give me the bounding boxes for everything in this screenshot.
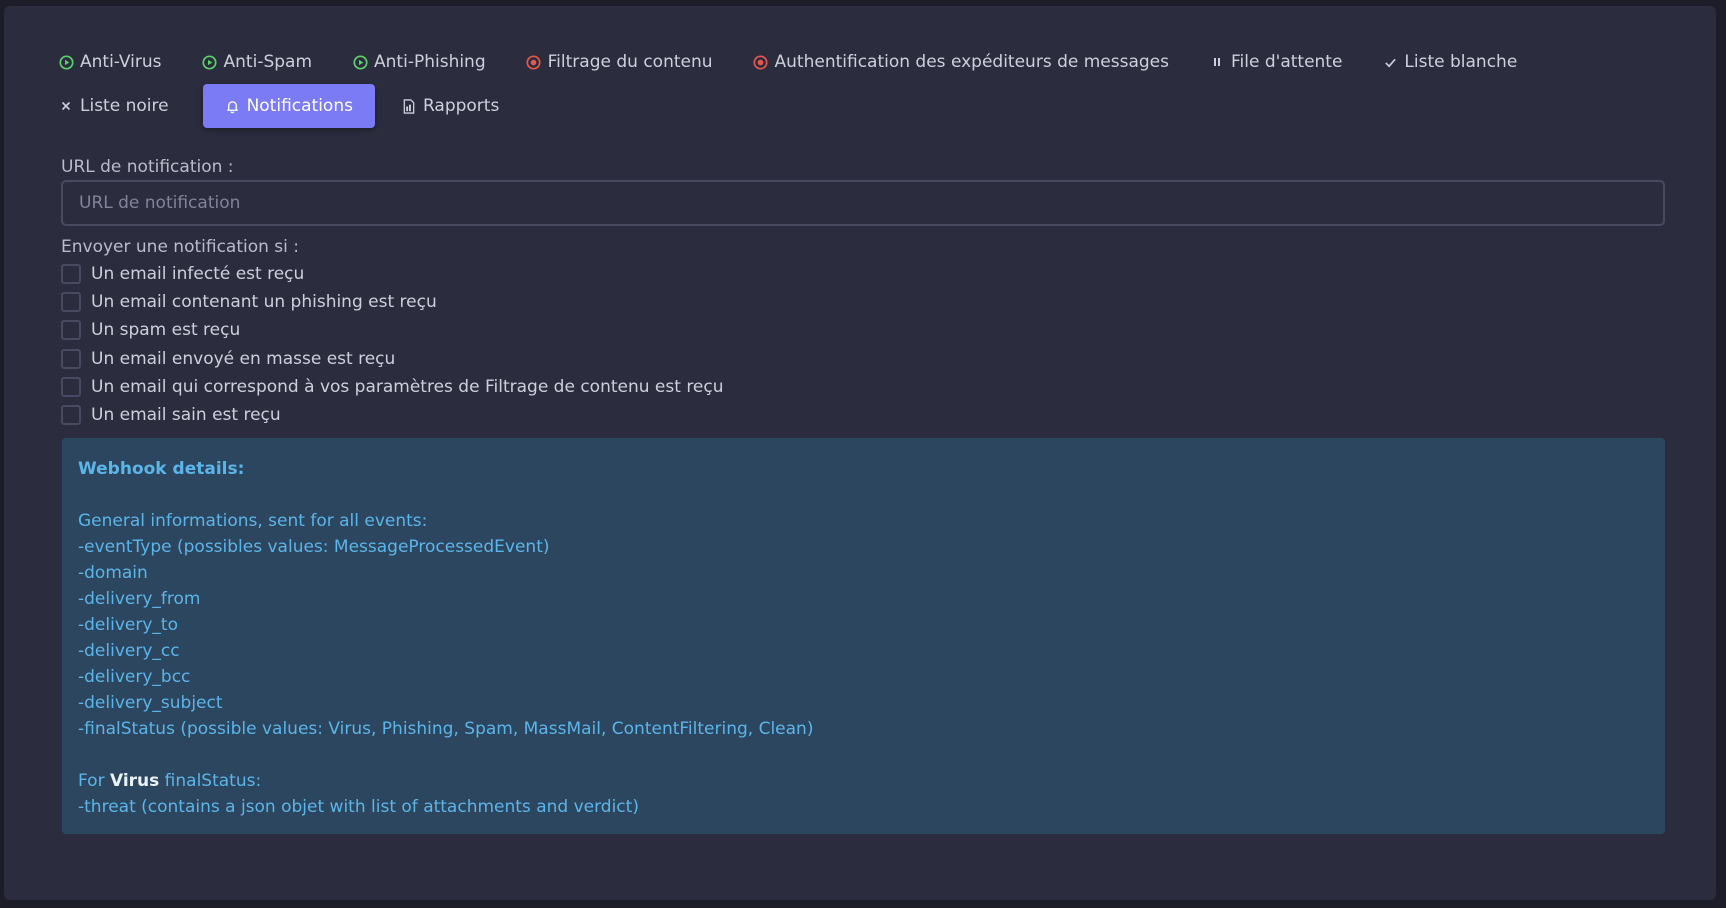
webhook-title: Webhook details:: [78, 459, 245, 479]
checkbox-row[interactable]: Un email envoyé en masse est reçu: [61, 345, 1665, 373]
pause-icon: [1209, 54, 1225, 70]
checkbox-row[interactable]: Un email infecté est reçu: [61, 260, 1665, 288]
spam-email-checkbox[interactable]: [61, 320, 81, 341]
play-circle-icon: [352, 54, 368, 70]
checkbox-row[interactable]: Un email sain est reçu: [61, 401, 1665, 429]
tab-content-filtering[interactable]: Filtrage du contenu: [520, 40, 727, 84]
close-icon: [58, 98, 74, 114]
tab-label: Authentification des expéditeurs de mess…: [774, 52, 1169, 72]
bell-icon: [225, 98, 241, 114]
notification-url-input[interactable]: [61, 180, 1665, 226]
tab-label: Liste noire: [80, 96, 169, 116]
webhook-field: -delivery_bcc: [78, 667, 191, 687]
checkbox-row[interactable]: Un email qui correspond à vos paramètres…: [61, 373, 1665, 401]
webhook-field: -delivery_to: [78, 615, 178, 635]
play-circle-icon: [58, 54, 74, 70]
virus-heading: For Virus finalStatus:: [78, 768, 1649, 794]
send-if-label: Envoyer une notification si :: [61, 237, 300, 257]
tab-label: Filtrage du contenu: [547, 52, 713, 72]
infected-email-checkbox[interactable]: [61, 264, 81, 285]
tab-label: File d'attente: [1231, 52, 1343, 72]
webhook-field: -delivery_subject: [78, 693, 223, 713]
webhook-field: -delivery_from: [78, 589, 201, 609]
webhook-field: -eventType (possibles values: MessagePro…: [78, 537, 550, 557]
webhook-field: -threat (contains a json objet with list…: [78, 797, 639, 817]
general-heading: General informations, sent for all event…: [78, 511, 428, 531]
tab-label: Anti-Spam: [223, 52, 313, 72]
clean-email-checkbox[interactable]: [61, 405, 81, 426]
checkbox-label: Un email infecté est reçu: [91, 264, 305, 285]
tab-row-1: Anti-Virus Anti-Spam Anti-Phishing Filtr…: [52, 40, 1692, 84]
tab-notifications[interactable]: Notifications: [202, 84, 375, 128]
checkbox-label: Un email qui correspond à vos paramètres…: [91, 376, 724, 397]
webhook-field: -finalStatus (possible values: Virus, Ph…: [78, 719, 814, 739]
tab-label: Notifications: [246, 96, 353, 116]
checkbox-label: Un spam est reçu: [91, 320, 241, 341]
webhook-field: -domain: [78, 563, 148, 583]
checkbox-label: Un email contenant un phishing est reçu: [91, 292, 437, 313]
notification-form: URL de notification : Envoyer une notifi…: [61, 154, 1665, 429]
play-circle-icon: [202, 54, 218, 70]
mass-mail-checkbox[interactable]: [61, 348, 81, 369]
tab-label: Anti-Phishing: [374, 52, 486, 72]
tab-anti-phishing[interactable]: Anti-Phishing: [346, 40, 500, 84]
tab-reports[interactable]: Rapports: [395, 84, 513, 128]
tab-blacklist[interactable]: Liste noire: [52, 84, 183, 128]
stop-circle-icon: [526, 54, 542, 70]
tab-row-2: Liste noire Notifications Rapports: [52, 84, 1692, 128]
phishing-email-checkbox[interactable]: [61, 292, 81, 313]
document-icon: [401, 98, 417, 114]
url-label: URL de notification :: [61, 157, 234, 177]
notification-conditions: Un email infecté est reçu Un email conte…: [61, 260, 1665, 429]
virus-suffix: finalStatus:: [159, 771, 262, 791]
checkbox-label: Un email envoyé en masse est reçu: [91, 348, 396, 369]
tab-whitelist[interactable]: Liste blanche: [1376, 40, 1531, 84]
tab-anti-spam[interactable]: Anti-Spam: [196, 40, 327, 84]
stop-circle-icon: [753, 54, 769, 70]
tab-label: Rapports: [422, 96, 500, 116]
main-panel: Anti-Virus Anti-Spam Anti-Phishing Filtr…: [4, 6, 1716, 900]
checkbox-label: Un email sain est reçu: [91, 405, 281, 426]
tab-sender-authentication[interactable]: Authentification des expéditeurs de mess…: [747, 40, 1183, 84]
virus-prefix: For: [78, 771, 110, 791]
checkbox-row[interactable]: Un email contenant un phishing est reçu: [61, 288, 1665, 316]
webhook-details-box: Webhook details: General informations, s…: [62, 438, 1665, 834]
check-icon: [1382, 54, 1398, 70]
virus-bold: Virus: [109, 771, 160, 791]
tab-label: Liste blanche: [1404, 52, 1518, 72]
webhook-field: -delivery_cc: [78, 641, 180, 661]
tab-bar: Anti-Virus Anti-Spam Anti-Phishing Filtr…: [52, 40, 1692, 128]
content-filtering-checkbox[interactable]: [61, 376, 81, 397]
tab-queue[interactable]: File d'attente: [1203, 40, 1356, 84]
tab-label: Anti-Virus: [80, 52, 162, 72]
checkbox-row[interactable]: Un spam est reçu: [61, 316, 1665, 344]
tab-anti-virus[interactable]: Anti-Virus: [52, 40, 176, 84]
